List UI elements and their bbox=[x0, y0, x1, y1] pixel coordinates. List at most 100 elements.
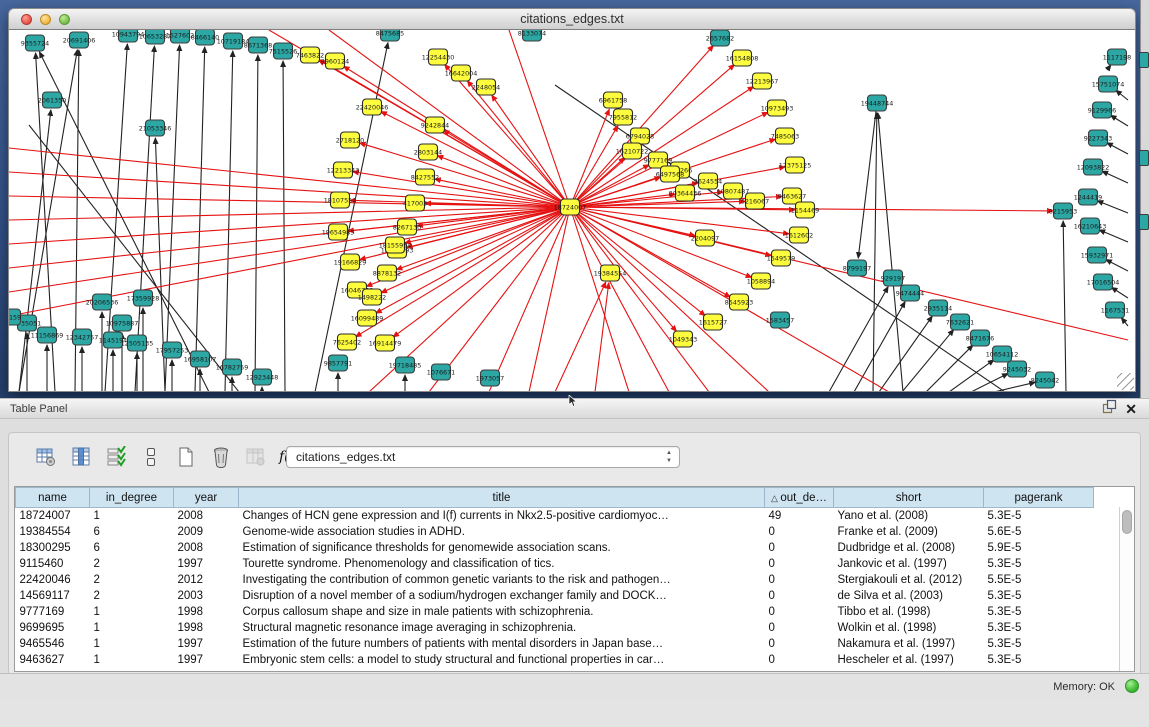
table-cell[interactable]: 0 bbox=[765, 604, 834, 620]
table-cell[interactable]: 0 bbox=[765, 636, 834, 652]
memory-indicator[interactable] bbox=[1125, 679, 1139, 693]
graph-node[interactable]: 2935114 bbox=[924, 300, 952, 316]
table-cell[interactable]: 0 bbox=[765, 540, 834, 556]
graph-node[interactable]: 12342757 bbox=[66, 329, 99, 345]
graph-node[interactable]: 16782759 bbox=[216, 359, 249, 375]
table-cell[interactable]: 9463627 bbox=[16, 652, 90, 668]
table-selector-dropdown[interactable]: citations_edges.txt ▲▼ bbox=[286, 446, 680, 468]
column-header-title[interactable]: title bbox=[239, 488, 765, 508]
graph-node[interactable]: 7515526 bbox=[269, 43, 297, 59]
graph-node[interactable]: 2204097 bbox=[691, 230, 719, 246]
graph-node[interactable]: 7955812 bbox=[609, 109, 637, 125]
table-cell[interactable]: 2 bbox=[90, 556, 174, 572]
table-cell[interactable]: 1997 bbox=[174, 652, 239, 668]
table-cell[interactable]: 1 bbox=[90, 604, 174, 620]
row-height-button[interactable] bbox=[139, 445, 163, 469]
table-settings-button[interactable] bbox=[34, 445, 58, 469]
table-row[interactable]: 1830029562008Estimation of significance … bbox=[16, 540, 1094, 556]
graph-node[interactable]: 8475685 bbox=[376, 30, 404, 41]
graph-node[interactable]: 15751074 bbox=[1092, 76, 1125, 92]
graph-node[interactable]: 2803144 bbox=[414, 144, 442, 160]
table-cell[interactable]: 49 bbox=[765, 508, 834, 525]
table-cell[interactable]: 2 bbox=[90, 588, 174, 604]
graph-node[interactable]: 17375125 bbox=[779, 157, 812, 173]
graph-node[interactable]: 12923448 bbox=[246, 369, 279, 385]
delete-table-button[interactable] bbox=[244, 445, 268, 469]
graph-node[interactable]: 8878132 bbox=[373, 265, 401, 281]
column-header-out_de[interactable]: △ out_de… bbox=[765, 488, 834, 508]
table-cell[interactable]: Nakamura et al. (1997) bbox=[834, 636, 984, 652]
graph-node[interactable]: 19166829 bbox=[334, 254, 367, 270]
close-panel-icon[interactable]: ✕ bbox=[1125, 402, 1137, 416]
table-row[interactable]: 969969511998Structural magnetic resonanc… bbox=[16, 620, 1094, 636]
table-cell[interactable]: Investigating the contribution of common… bbox=[239, 572, 765, 588]
graph-node[interactable]: 10975887 bbox=[106, 315, 139, 331]
column-header-short[interactable]: short bbox=[834, 488, 984, 508]
column-header-year[interactable]: year bbox=[174, 488, 239, 508]
graph-node[interactable]: 2248054 bbox=[472, 79, 500, 95]
table-cell[interactable]: 5.9E-5 bbox=[984, 540, 1094, 556]
graph-node[interactable]: 9355724 bbox=[21, 35, 49, 51]
table-cell[interactable]: 2009 bbox=[174, 524, 239, 540]
graph-node[interactable]: 2718120 bbox=[336, 132, 364, 148]
table-row[interactable]: 1872400712008Changes of HCN gene express… bbox=[16, 508, 1094, 525]
table-cell[interactable]: 5.3E-5 bbox=[984, 508, 1094, 525]
table-cell[interactable]: Genome-wide association studies in ADHD. bbox=[239, 524, 765, 540]
graph-node[interactable]: 16642004 bbox=[445, 65, 478, 81]
graph-node[interactable]: 19448744 bbox=[861, 95, 894, 111]
table-cell[interactable]: 5.3E-5 bbox=[984, 556, 1094, 572]
table-cell[interactable]: 1 bbox=[90, 508, 174, 525]
graph-node[interactable]: 1058894 bbox=[747, 273, 775, 289]
table-cell[interactable]: 0 bbox=[765, 620, 834, 636]
graph-node[interactable]: 20691406 bbox=[63, 32, 96, 48]
table-cell[interactable]: 0 bbox=[765, 588, 834, 604]
table-cell[interactable]: 18300295 bbox=[16, 540, 90, 556]
table-cell[interactable]: de Silva et al. (2003) bbox=[834, 588, 984, 604]
graph-node[interactable]: 16154808 bbox=[726, 50, 759, 66]
table-cell[interactable]: 1 bbox=[90, 652, 174, 668]
graph-node[interactable]: 2657682 bbox=[706, 30, 734, 46]
table-cell[interactable]: 2012 bbox=[174, 572, 239, 588]
graph-node[interactable]: 1117198 bbox=[1103, 49, 1131, 65]
graph-node[interactable]: 8427552 bbox=[411, 169, 439, 185]
table-cell[interactable]: 0 bbox=[765, 572, 834, 588]
table-cell[interactable]: 5.3E-5 bbox=[984, 620, 1094, 636]
table-cell[interactable]: Changes of HCN gene expression and I(f) … bbox=[239, 508, 765, 525]
table-row[interactable]: 946554611997Estimation of the future num… bbox=[16, 636, 1094, 652]
select-rows-button[interactable] bbox=[104, 445, 128, 469]
graph-node[interactable]: 12213343 bbox=[327, 162, 360, 178]
table-scrollbar-thumb[interactable] bbox=[1122, 510, 1132, 534]
table-cell[interactable]: 1997 bbox=[174, 556, 239, 572]
graph-node[interactable]: 8215953 bbox=[1049, 203, 1077, 219]
resize-grip[interactable] bbox=[1117, 373, 1134, 390]
table-cell[interactable]: 0 bbox=[765, 524, 834, 540]
graph-node[interactable]: 1244419 bbox=[1074, 189, 1102, 205]
table-cell[interactable]: Tibbo et al. (1998) bbox=[834, 604, 984, 620]
graph-node[interactable]: 21053346 bbox=[139, 120, 172, 136]
network-window-titlebar[interactable]: citations_edges.txt bbox=[8, 8, 1136, 30]
table-cell[interactable]: 9465546 bbox=[16, 636, 90, 652]
table-cell[interactable]: 6 bbox=[90, 524, 174, 540]
table-cell[interactable]: 2008 bbox=[174, 508, 239, 525]
graph-node[interactable]: 16914479 bbox=[369, 335, 402, 351]
table-cell[interactable]: 2008 bbox=[174, 540, 239, 556]
graph-node[interactable]: 1076671 bbox=[427, 364, 455, 380]
table-cell[interactable]: Dudbridge et al. (2008) bbox=[834, 540, 984, 556]
graph-node[interactable]: 9474444 bbox=[896, 285, 924, 301]
table-cell[interactable]: 2003 bbox=[174, 588, 239, 604]
table-cell[interactable]: 6 bbox=[90, 540, 174, 556]
table-cell[interactable]: 1 bbox=[90, 620, 174, 636]
table-cell[interactable]: 1997 bbox=[174, 636, 239, 652]
column-header-name[interactable]: name bbox=[16, 488, 90, 508]
table-cell[interactable]: Stergiakouli et al. (2012) bbox=[834, 572, 984, 588]
graph-node[interactable]: 20206536 bbox=[86, 294, 119, 310]
graph-node[interactable]: 8133074 bbox=[518, 30, 546, 41]
graph-node[interactable]: 12254430 bbox=[422, 49, 455, 65]
graph-node[interactable]: 9245032 bbox=[1003, 361, 1031, 377]
new-column-button[interactable] bbox=[174, 445, 198, 469]
graph-node[interactable]: 1612602 bbox=[785, 227, 813, 243]
table-cell[interactable]: 19384554 bbox=[16, 524, 90, 540]
table-cell[interactable]: Embryonic stem cells: a model to study s… bbox=[239, 652, 765, 668]
graph-node[interactable]: 1583457 bbox=[766, 312, 794, 328]
table-cell[interactable]: 5.3E-5 bbox=[984, 636, 1094, 652]
